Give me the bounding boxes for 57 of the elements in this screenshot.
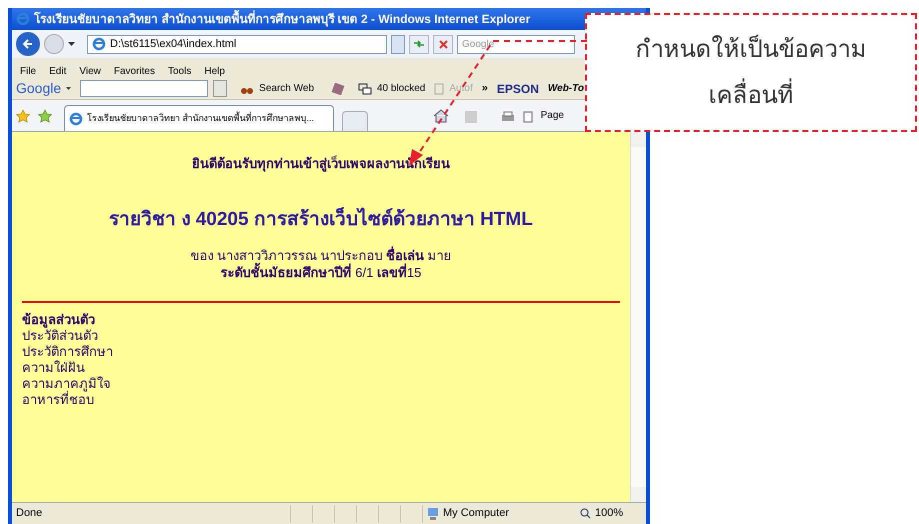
menu-item[interactable]: Edit — [49, 64, 66, 78]
zoom-icon — [580, 508, 591, 519]
address-dropdown-button[interactable] — [391, 34, 405, 54]
page-icon — [522, 111, 533, 123]
browser-tab[interactable]: โรงเรียนชัยบาดาลวิทยา สำนักงานเขตพื้นที่การศึกษาลพบุ... — [64, 105, 334, 131]
search-dropdown-button[interactable] — [213, 80, 228, 97]
google-logo[interactable]: Google — [16, 78, 62, 99]
menu-heading: ข้อมูลส่วนตัว — [22, 312, 95, 328]
address-text: D:\st6115\ex04\index.html — [110, 36, 236, 52]
menu-item[interactable]: View — [79, 64, 101, 78]
tab-title: โรงเรียนชัยบาดาลวิทยา สำนักงานเขตพื้นที่การศึกษาลพบุ... — [87, 112, 314, 126]
menu-link[interactable]: ประวัติส่วนตัว — [22, 328, 98, 344]
page-icon — [92, 37, 106, 51]
epson-logo[interactable]: EPSON — [496, 80, 539, 98]
status-text: Done — [15, 506, 44, 522]
menu-item[interactable]: Favorites — [114, 64, 155, 78]
search-field[interactable]: Google — [457, 34, 575, 54]
add-favorite-star-icon[interactable] — [38, 109, 52, 123]
menu-item[interactable]: Help — [204, 64, 225, 78]
menu-link[interactable]: ประวัติการศึกษา — [22, 344, 113, 360]
forward-button[interactable] — [44, 34, 64, 54]
menu-link[interactable]: อาหารที่ชอบ — [22, 392, 94, 408]
welcome-text: ยินดีต้อนรับทุกท่านเข้าสู่เว็บเพจผลงานนักเรียน — [192, 156, 450, 171]
google-search-field[interactable] — [80, 80, 208, 97]
page-menu-button[interactable]: Page — [540, 108, 564, 123]
class-line: ระดับชั้นมัธยมศึกษาปีที่ 6/1 เลขที่15 — [220, 264, 422, 280]
dropdown-caret-icon — [68, 42, 75, 46]
computer-icon — [427, 506, 439, 520]
menu-item[interactable]: Tools — [168, 64, 192, 78]
new-tab-button[interactable] — [342, 111, 368, 131]
refresh-arrows-icon — [413, 39, 425, 49]
print-icon[interactable] — [500, 111, 515, 123]
window-title: โรงเรียนชัยบาดาลวิทยา สำนักงานเขตพื้นที่การศึกษาลพบุรี เขต 2 - Windows Internet Explorer — [34, 10, 530, 28]
zoom-level[interactable]: 100% — [595, 505, 624, 522]
refresh-button[interactable] — [409, 34, 429, 54]
security-zone: My Computer — [443, 506, 510, 522]
home-icon[interactable] — [432, 109, 449, 123]
menu-item[interactable]: File — [20, 64, 36, 78]
menu-link[interactable]: ความใฝ่ฝัน — [22, 360, 85, 376]
popup-blocked-count[interactable]: 40 blocked — [377, 81, 426, 96]
menu-link[interactable]: ความภาคภูมิใจ — [22, 376, 111, 392]
callout-text: กำหนดให้เป็นข้อความ — [636, 36, 866, 64]
back-button[interactable] — [16, 32, 40, 56]
stop-button[interactable] — [433, 34, 453, 54]
author-line: ของ นางสาววิภาวรรณ นาประกอบ ชื่อเล่น มาย — [190, 248, 452, 262]
address-field[interactable]: D:\st6115\ex04\index.html — [87, 34, 387, 54]
browser-logo-icon — [16, 12, 30, 26]
page-heading: รายวิชา ง 40205 การสร้างเว็บไซต์ด้วยภาษา HTML — [109, 209, 533, 230]
dropdown-caret-icon — [66, 87, 72, 90]
back-arrow-icon — [22, 38, 34, 50]
more-tools-button[interactable]: » — [482, 80, 488, 97]
web-to-button[interactable]: Web-To — [548, 81, 584, 96]
favorites-star-icon[interactable] — [16, 109, 30, 123]
close-icon — [438, 40, 448, 48]
search-web-button[interactable]: Search Web — [259, 81, 314, 96]
tab-page-icon — [69, 112, 83, 126]
popup-windows-icon — [358, 82, 372, 94]
